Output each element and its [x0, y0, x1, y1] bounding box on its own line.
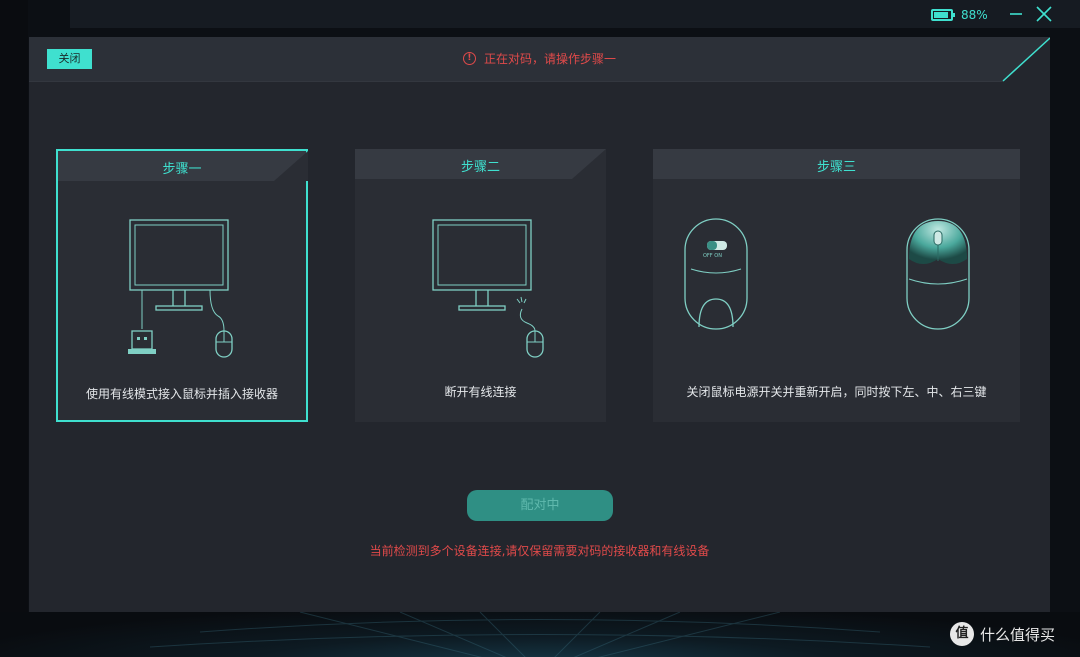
- close-icon: [1036, 6, 1052, 22]
- step-1-text: 使用有线模式接入鼠标并插入接收器: [85, 387, 278, 401]
- watermark: 值 什么值得买: [950, 622, 1055, 646]
- step-card-3: 步骤三 OFF ON 关闭鼠标电源开关并重新开启，同时按下左、中、右三键: [653, 149, 1020, 422]
- warning-icon: !: [462, 52, 476, 65]
- monitor-receiver-mouse-illustration: [128, 219, 233, 358]
- battery-status: 88%: [931, 8, 988, 22]
- background-titlebar: [70, 0, 1080, 28]
- step-2-text: 断开有线连接: [444, 385, 517, 399]
- minimize-button[interactable]: [1006, 4, 1026, 24]
- background-grid-lines: [149, 612, 931, 657]
- watermark-badge: 值: [950, 622, 974, 646]
- battery-icon: [931, 9, 955, 21]
- multiple-devices-warning: 当前检测到多个设备连接,请仅保留需要对码的接收器和有线设备: [369, 544, 710, 558]
- watermark-text: 什么值得买: [980, 625, 1056, 644]
- svg-text:OFF ON: OFF ON: [703, 253, 722, 259]
- step-card-2: 步骤二 断开有线连接: [355, 149, 606, 422]
- battery-percent: 88%: [961, 8, 988, 22]
- pairing-status: ! 正在对码，请操作步骤一: [29, 50, 1050, 67]
- pairing-status-text: 正在对码，请操作步骤一: [483, 52, 616, 66]
- background-left-strip: [0, 0, 28, 657]
- monitor-disconnect-mouse-illustration: [432, 219, 544, 358]
- pairing-dialog: 关闭 ! 正在对码，请操作步骤一 步骤一 使用有线模式接入鼠标并插入接收器 步骤…: [29, 37, 1050, 612]
- mouse-power-switch-illustration: OFF ON: [684, 218, 970, 330]
- minimize-icon: [1010, 13, 1022, 15]
- step-card-1: 步骤一 使用有线模式接入鼠标并插入接收器: [56, 149, 308, 422]
- pairing-button[interactable]: 配对中: [467, 490, 613, 521]
- close-window-button[interactable]: [1034, 4, 1054, 24]
- step-3-text: 关闭鼠标电源开关并重新开启，同时按下左、中、右三键: [686, 385, 987, 399]
